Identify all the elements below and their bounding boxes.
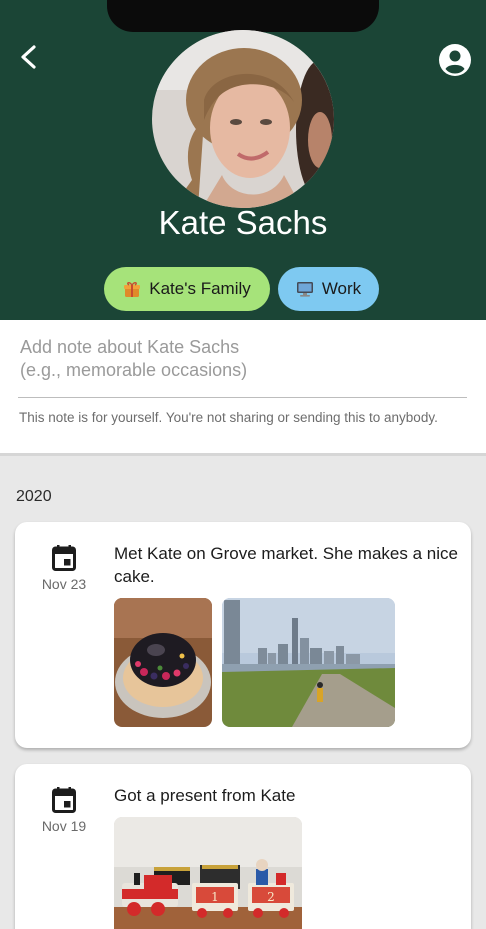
timeline-event-card[interactable]: Nov 19 Got a present from Kate 1 2 (15, 764, 471, 929)
section-divider (0, 453, 486, 456)
gift-icon (124, 282, 141, 297)
event-text: Met Kate on Grove market. She makes a ni… (114, 544, 458, 586)
back-button[interactable] (14, 42, 44, 72)
svg-text:1: 1 (211, 890, 219, 904)
city-skyline-photo[interactable] (222, 598, 395, 727)
note-section: Add note about Kate Sachs (e.g., memorab… (0, 320, 486, 453)
tag-family-label: Kate's Family (149, 279, 251, 298)
timeline-event-card[interactable]: Nov 23 Met Kate on Grove market. She mak… (15, 522, 471, 748)
event-date: Nov 19 (41, 818, 87, 834)
event-text: Got a present from Kate (114, 786, 296, 805)
contact-name: Kate Sachs (158, 204, 328, 241)
note-helper-text: This note is for yourself. You're not sh… (19, 410, 438, 425)
svg-text:2: 2 (267, 890, 275, 904)
event-date: Nov 23 (41, 576, 87, 592)
computer-icon (296, 282, 313, 297)
note-input[interactable]: Add note about Kate Sachs (e.g., memorab… (20, 336, 440, 382)
profile-header: Kate Sachs Kate's Family Work (0, 0, 486, 320)
chevron-left-icon (21, 45, 36, 69)
device-notch (107, 0, 379, 32)
note-underline (18, 397, 467, 398)
toy-train-photo[interactable]: 1 2 (114, 817, 302, 929)
tag-work[interactable]: Work (278, 267, 379, 311)
tag-work-label: Work (321, 279, 362, 298)
calendar-icon (52, 545, 76, 571)
cake-photo[interactable] (114, 598, 212, 727)
tag-family[interactable]: Kate's Family (104, 267, 270, 311)
account-circle-icon (439, 44, 471, 76)
calendar-icon (52, 787, 76, 813)
avatar (152, 30, 334, 208)
account-button[interactable] (438, 43, 472, 77)
timeline-year: 2020 (16, 488, 52, 505)
